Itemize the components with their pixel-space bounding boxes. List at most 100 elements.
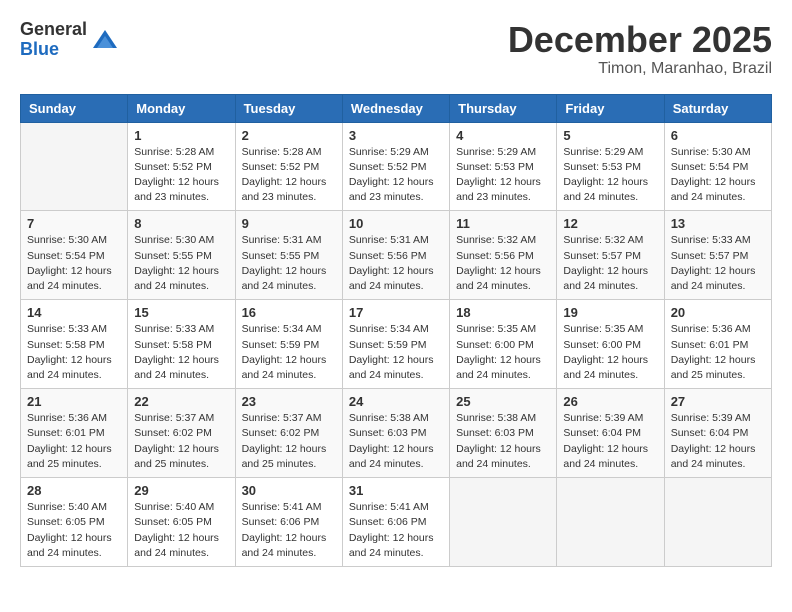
day-number: 11 bbox=[456, 216, 550, 231]
day-number: 7 bbox=[27, 216, 121, 231]
day-number: 25 bbox=[456, 394, 550, 409]
day-number: 13 bbox=[671, 216, 765, 231]
title-block: December 2025 Timon, Maranhao, Brazil bbox=[508, 20, 772, 78]
day-number: 31 bbox=[349, 483, 443, 498]
calendar-cell: 24Sunrise: 5:38 AM Sunset: 6:03 PM Dayli… bbox=[342, 389, 449, 478]
day-number: 4 bbox=[456, 128, 550, 143]
calendar-cell: 14 Sunrise: 5:33 AM Sunset: 5:58 PM Dayli… bbox=[21, 300, 128, 389]
calendar-cell: 22 Sunrise: 5:37 AM Sunset: 6:02 PM Dayli… bbox=[128, 389, 235, 478]
calendar-table: SundayMondayTuesdayWednesdayThursdayFrid… bbox=[20, 94, 772, 567]
day-number: 20 bbox=[671, 305, 765, 320]
weekday-header-friday: Friday bbox=[557, 94, 664, 122]
day-number: 28 bbox=[27, 483, 121, 498]
day-number: 9 bbox=[242, 216, 336, 231]
calendar-cell: 28Sunrise: 5:40 AM Sunset: 6:05 PM Dayli… bbox=[21, 478, 128, 567]
day-info: Sunrise: 5:30 AM Sunset: 5:54 PM Dayligh… bbox=[671, 145, 765, 206]
weekday-header-monday: Monday bbox=[128, 94, 235, 122]
logo-text: General Blue bbox=[20, 20, 87, 60]
day-number: 6 bbox=[671, 128, 765, 143]
page-header: General Blue December 2025 Timon, Maranh… bbox=[20, 20, 772, 78]
day-info: Sunrise: 5:29 AM Sunset: 5:52 PM Dayligh… bbox=[349, 145, 443, 206]
day-info: Sunrise: 5:39 AM Sunset: 6:04 PM Dayligh… bbox=[671, 411, 765, 472]
month-title: December 2025 bbox=[508, 20, 772, 60]
day-number: 26 bbox=[563, 394, 657, 409]
logo: General Blue bbox=[20, 20, 119, 60]
day-info: Sunrise: 5:32 AM Sunset: 5:57 PM Dayligh… bbox=[563, 233, 657, 294]
day-info: Sunrise: 5:33 AM Sunset: 5:58 PM Dayligh… bbox=[27, 322, 121, 383]
day-number: 22 bbox=[134, 394, 228, 409]
day-info: Sunrise: 5:41 AM Sunset: 6:06 PM Dayligh… bbox=[349, 500, 443, 561]
day-number: 14 bbox=[27, 305, 121, 320]
day-number: 18 bbox=[456, 305, 550, 320]
day-info: Sunrise: 5:41 AM Sunset: 6:06 PM Dayligh… bbox=[242, 500, 336, 561]
calendar-cell: 26 Sunrise: 5:39 AM Sunset: 6:04 PM Dayli… bbox=[557, 389, 664, 478]
calendar-cell: 17Sunrise: 5:34 AM Sunset: 5:59 PM Dayli… bbox=[342, 300, 449, 389]
calendar-cell: 12 Sunrise: 5:32 AM Sunset: 5:57 PM Dayli… bbox=[557, 211, 664, 300]
day-info: Sunrise: 5:32 AM Sunset: 5:56 PM Dayligh… bbox=[456, 233, 550, 294]
calendar-cell: 19Sunrise: 5:35 AM Sunset: 6:00 PM Dayli… bbox=[557, 300, 664, 389]
weekday-header-sunday: Sunday bbox=[21, 94, 128, 122]
weekday-header-thursday: Thursday bbox=[450, 94, 557, 122]
day-info: Sunrise: 5:30 AM Sunset: 5:55 PM Dayligh… bbox=[134, 233, 228, 294]
calendar-cell: 30 Sunrise: 5:41 AM Sunset: 6:06 PM Dayli… bbox=[235, 478, 342, 567]
calendar-cell: 15 Sunrise: 5:33 AM Sunset: 5:58 PM Dayli… bbox=[128, 300, 235, 389]
calendar-cell: 7 Sunrise: 5:30 AM Sunset: 5:54 PM Daylig… bbox=[21, 211, 128, 300]
day-number: 30 bbox=[242, 483, 336, 498]
calendar-cell: 8 Sunrise: 5:30 AM Sunset: 5:55 PM Daylig… bbox=[128, 211, 235, 300]
day-info: Sunrise: 5:40 AM Sunset: 6:05 PM Dayligh… bbox=[134, 500, 228, 561]
day-info: Sunrise: 5:28 AM Sunset: 5:52 PM Dayligh… bbox=[134, 145, 228, 206]
day-info: Sunrise: 5:28 AM Sunset: 5:52 PM Dayligh… bbox=[242, 145, 336, 206]
day-number: 5 bbox=[563, 128, 657, 143]
day-info: Sunrise: 5:30 AM Sunset: 5:54 PM Dayligh… bbox=[27, 233, 121, 294]
calendar-cell: 25 Sunrise: 5:38 AM Sunset: 6:03 PM Dayli… bbox=[450, 389, 557, 478]
calendar-week-row: 14 Sunrise: 5:33 AM Sunset: 5:58 PM Dayli… bbox=[21, 300, 772, 389]
day-number: 23 bbox=[242, 394, 336, 409]
calendar-cell: 6 Sunrise: 5:30 AM Sunset: 5:54 PM Daylig… bbox=[664, 122, 771, 211]
day-info: Sunrise: 5:31 AM Sunset: 5:55 PM Dayligh… bbox=[242, 233, 336, 294]
day-info: Sunrise: 5:39 AM Sunset: 6:04 PM Dayligh… bbox=[563, 411, 657, 472]
day-number: 21 bbox=[27, 394, 121, 409]
calendar-cell bbox=[557, 478, 664, 567]
calendar-cell: 27Sunrise: 5:39 AM Sunset: 6:04 PM Dayli… bbox=[664, 389, 771, 478]
calendar-cell: 20 Sunrise: 5:36 AM Sunset: 6:01 PM Dayli… bbox=[664, 300, 771, 389]
calendar-week-row: 21Sunrise: 5:36 AM Sunset: 6:01 PM Dayli… bbox=[21, 389, 772, 478]
day-info: Sunrise: 5:35 AM Sunset: 6:00 PM Dayligh… bbox=[456, 322, 550, 383]
calendar-week-row: 7 Sunrise: 5:30 AM Sunset: 5:54 PM Daylig… bbox=[21, 211, 772, 300]
day-info: Sunrise: 5:38 AM Sunset: 6:03 PM Dayligh… bbox=[456, 411, 550, 472]
day-number: 15 bbox=[134, 305, 228, 320]
calendar-cell: 10 Sunrise: 5:31 AM Sunset: 5:56 PM Dayli… bbox=[342, 211, 449, 300]
logo-blue: Blue bbox=[20, 40, 87, 60]
day-number: 1 bbox=[134, 128, 228, 143]
logo-icon bbox=[91, 26, 119, 54]
calendar-cell: 5 Sunrise: 5:29 AM Sunset: 5:53 PM Daylig… bbox=[557, 122, 664, 211]
day-info: Sunrise: 5:36 AM Sunset: 6:01 PM Dayligh… bbox=[671, 322, 765, 383]
day-info: Sunrise: 5:33 AM Sunset: 5:58 PM Dayligh… bbox=[134, 322, 228, 383]
day-number: 3 bbox=[349, 128, 443, 143]
day-info: Sunrise: 5:33 AM Sunset: 5:57 PM Dayligh… bbox=[671, 233, 765, 294]
calendar-cell bbox=[21, 122, 128, 211]
calendar-cell: 21Sunrise: 5:36 AM Sunset: 6:01 PM Dayli… bbox=[21, 389, 128, 478]
day-info: Sunrise: 5:31 AM Sunset: 5:56 PM Dayligh… bbox=[349, 233, 443, 294]
calendar-week-row: 1 Sunrise: 5:28 AM Sunset: 5:52 PM Daylig… bbox=[21, 122, 772, 211]
calendar-cell: 23Sunrise: 5:37 AM Sunset: 6:02 PM Dayli… bbox=[235, 389, 342, 478]
calendar-cell: 9 Sunrise: 5:31 AM Sunset: 5:55 PM Daylig… bbox=[235, 211, 342, 300]
day-number: 10 bbox=[349, 216, 443, 231]
day-number: 2 bbox=[242, 128, 336, 143]
calendar-cell: 11 Sunrise: 5:32 AM Sunset: 5:56 PM Dayli… bbox=[450, 211, 557, 300]
day-info: Sunrise: 5:29 AM Sunset: 5:53 PM Dayligh… bbox=[563, 145, 657, 206]
calendar-cell: 31 Sunrise: 5:41 AM Sunset: 6:06 PM Dayli… bbox=[342, 478, 449, 567]
day-number: 12 bbox=[563, 216, 657, 231]
calendar-cell: 29 Sunrise: 5:40 AM Sunset: 6:05 PM Dayli… bbox=[128, 478, 235, 567]
day-info: Sunrise: 5:37 AM Sunset: 6:02 PM Dayligh… bbox=[134, 411, 228, 472]
day-number: 29 bbox=[134, 483, 228, 498]
day-number: 24 bbox=[349, 394, 443, 409]
calendar-cell: 13 Sunrise: 5:33 AM Sunset: 5:57 PM Dayli… bbox=[664, 211, 771, 300]
calendar-cell: 4 Sunrise: 5:29 AM Sunset: 5:53 PM Daylig… bbox=[450, 122, 557, 211]
day-number: 8 bbox=[134, 216, 228, 231]
location-subtitle: Timon, Maranhao, Brazil bbox=[508, 60, 772, 78]
calendar-cell: 18 Sunrise: 5:35 AM Sunset: 6:00 PM Dayli… bbox=[450, 300, 557, 389]
day-info: Sunrise: 5:34 AM Sunset: 5:59 PM Dayligh… bbox=[242, 322, 336, 383]
day-info: Sunrise: 5:29 AM Sunset: 5:53 PM Dayligh… bbox=[456, 145, 550, 206]
weekday-header-wednesday: Wednesday bbox=[342, 94, 449, 122]
calendar-cell bbox=[664, 478, 771, 567]
